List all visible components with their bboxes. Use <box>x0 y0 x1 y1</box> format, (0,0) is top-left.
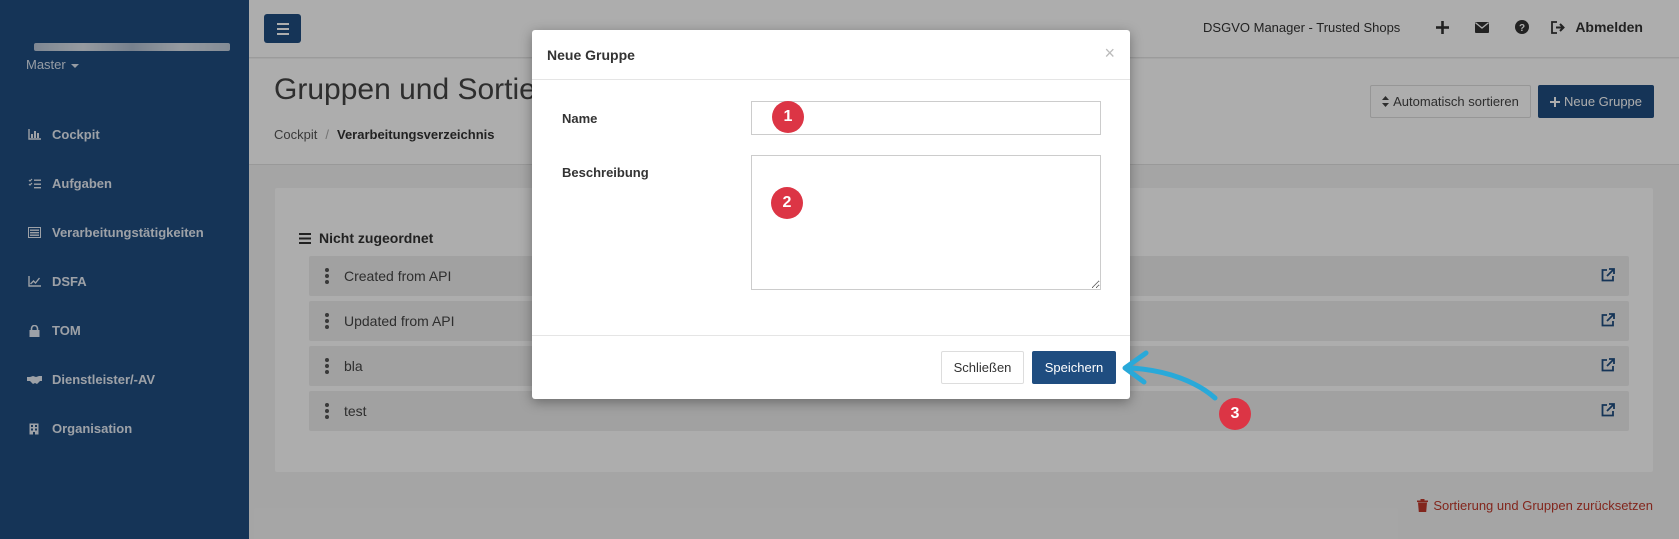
description-label: Beschreibung <box>562 165 649 180</box>
annotation-arrow-icon <box>1122 350 1218 401</box>
name-label: Name <box>562 111 598 126</box>
annotation-marker-1: 1 <box>772 101 804 133</box>
modal-footer: Schließen Speichern <box>532 335 1130 399</box>
save-button[interactable]: Speichern <box>1032 351 1116 384</box>
new-group-dialog: Neue Gruppe × Name Beschreibung Schließe… <box>532 30 1130 399</box>
modal-title: Neue Gruppe <box>547 47 635 63</box>
close-icon[interactable]: × <box>1104 43 1115 64</box>
annotation-marker-2: 2 <box>771 187 803 219</box>
close-button[interactable]: Schließen <box>941 351 1024 384</box>
annotation-marker-3: 3 <box>1219 398 1251 430</box>
modal-header: Neue Gruppe × <box>532 30 1130 80</box>
description-textarea[interactable] <box>751 155 1101 290</box>
